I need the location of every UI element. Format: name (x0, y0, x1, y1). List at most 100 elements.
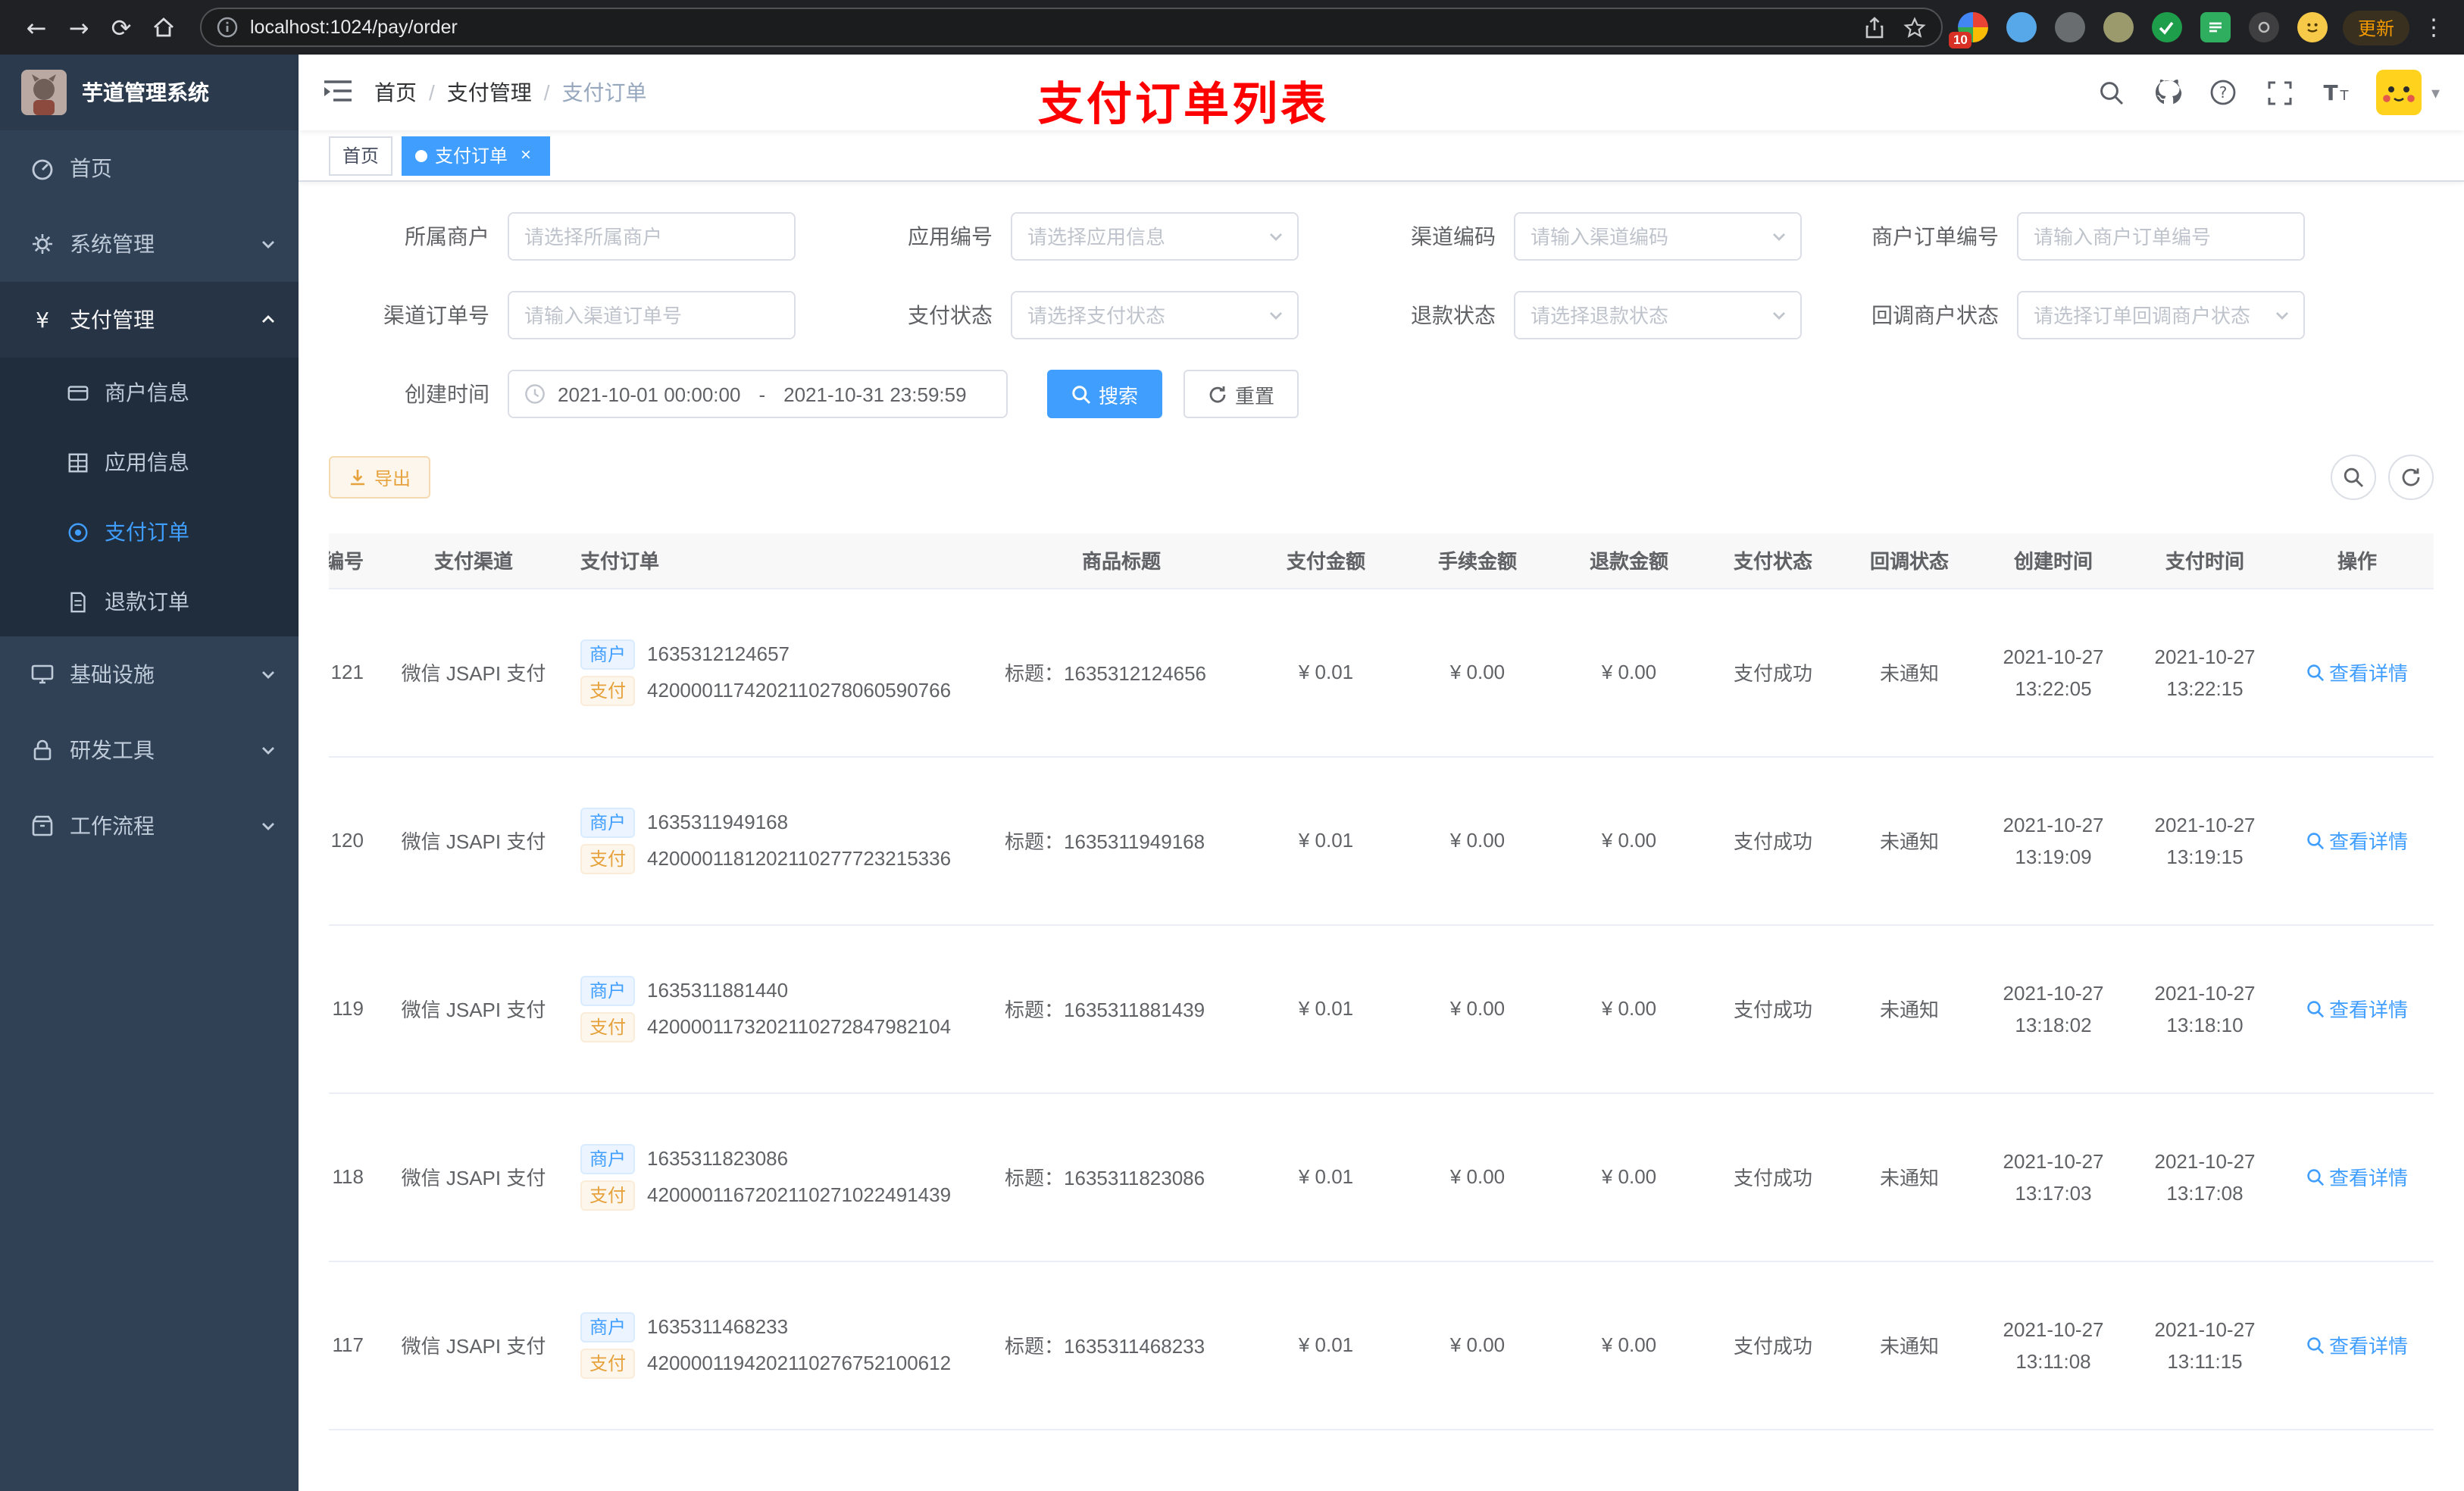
notify-status-select[interactable] (2017, 291, 2305, 339)
sidebar-item-refund-order[interactable]: 退款订单 (0, 567, 299, 636)
sidebar-item-infra[interactable]: 基础设施 (0, 636, 299, 712)
font-size-icon[interactable]: TT (2321, 77, 2351, 108)
table-row: 117 微信 JSAPI 支付 商户 1635311468233 支付 420000… (329, 1261, 2434, 1430)
range-start: 2021-10-01 00:00:00 (558, 383, 741, 405)
extension-dark-icon[interactable] (2248, 12, 2279, 42)
site-info-icon[interactable] (217, 17, 238, 38)
sidebar-item-app-info[interactable]: 应用信息 (0, 427, 299, 497)
navbar-actions: ? TT ▾ (2097, 70, 2440, 115)
sidebar-item-pay[interactable]: ¥ 支付管理 (0, 282, 299, 358)
app-select[interactable] (1011, 212, 1299, 261)
channel-order-no-field[interactable] (508, 291, 796, 339)
collapse-sidebar-icon[interactable] (323, 79, 353, 106)
pay-status-field[interactable] (1011, 291, 1299, 339)
browser-chrome: ← → ⟳ localhost:1024/pay/order 10 更新 ⋮ (0, 0, 2464, 55)
merchant-input[interactable] (508, 212, 796, 261)
view-detail-link[interactable]: 查看详情 (2306, 1330, 2408, 1359)
close-icon[interactable]: × (515, 144, 536, 166)
refund-status-select[interactable] (1514, 291, 1802, 339)
refund-status-field[interactable] (1514, 291, 1802, 339)
extension-green-check-icon[interactable] (2151, 12, 2182, 42)
back-icon[interactable]: ← (15, 6, 58, 48)
target-icon (68, 522, 88, 542)
col-pay-time: 支付时间 (2129, 533, 2281, 589)
chevron-down-icon (262, 671, 274, 679)
export-button[interactable]: 导出 (329, 456, 431, 499)
cell-channel: 微信 JSAPI 支付 (379, 1261, 568, 1430)
notify-status-field[interactable] (2017, 291, 2305, 339)
fullscreen-icon[interactable] (2265, 77, 2295, 108)
search-icon (1072, 385, 1091, 404)
view-detail-link[interactable]: 查看详情 (2306, 826, 2408, 855)
breadcrumb-pay[interactable]: 支付管理 (447, 77, 532, 108)
extension-gray-icon[interactable] (2054, 12, 2085, 42)
extension-olive-icon[interactable] (2103, 12, 2134, 42)
sidebar-item-merchant-info[interactable]: 商户信息 (0, 358, 299, 427)
col-notify-status: 回调状态 (1841, 533, 1978, 589)
sidebar-item-workflow[interactable]: 工作流程 (0, 788, 299, 864)
download-icon (351, 470, 364, 486)
monitor-icon (31, 664, 54, 684)
search-icon[interactable] (2097, 77, 2127, 108)
create-time-range-picker[interactable]: 2021-10-01 00:00:00 - 2021-10-31 23:59:5… (508, 370, 1008, 418)
browser-menu-icon[interactable]: ⋮ (2419, 14, 2449, 41)
cell-actions: 查看详情 (2281, 1261, 2434, 1430)
pay-tag: 支付 (580, 675, 636, 705)
merchant-tag: 商户 (580, 639, 636, 669)
tab-pay-order[interactable]: 支付订单 × (402, 136, 551, 175)
share-icon[interactable] (1864, 16, 1885, 39)
refresh-table-button[interactable] (2388, 455, 2434, 500)
view-detail-link[interactable]: 查看详情 (2306, 658, 2408, 686)
channel-code-select[interactable] (1514, 212, 1802, 261)
merchant-input-field[interactable] (508, 212, 796, 261)
pay-status-select[interactable] (1011, 291, 1299, 339)
extensions-row: 10 (1948, 12, 2328, 48)
top-navbar: 首页 / 支付管理 / 支付订单 支付订单列表 ? T T ▾ (299, 55, 2464, 130)
sidebar-item-dev-tools[interactable]: 研发工具 (0, 712, 299, 788)
tab-home[interactable]: 首页 (329, 136, 393, 175)
view-detail-link[interactable]: 查看详情 (2306, 1162, 2408, 1191)
address-bar[interactable]: localhost:1024/pay/order (200, 8, 1943, 47)
user-menu[interactable]: ▾ (2376, 70, 2440, 115)
cell-create-time: 2021-10-27 13:19:09 (1978, 756, 2129, 925)
forward-icon[interactable]: → (58, 6, 100, 48)
search-button[interactable]: 搜索 (1047, 370, 1163, 418)
table-row: 121 微信 JSAPI 支付 商户 1635312124657 支付 420000… (329, 588, 2434, 757)
home-icon[interactable] (142, 6, 185, 48)
merchant-order-no-field[interactable] (2017, 212, 2305, 261)
filter-label-app: 应用编号 (908, 224, 993, 248)
browser-update-button[interactable]: 更新 (2342, 10, 2409, 45)
channel-code-field[interactable] (1514, 212, 1802, 261)
github-icon[interactable] (2153, 77, 2183, 108)
extension-blue-drop-icon[interactable] (2006, 12, 2037, 42)
extension-chat-icon[interactable] (2200, 12, 2231, 42)
cell-fee: ¥ 0.00 (1402, 756, 1553, 925)
bookmark-star-icon[interactable] (1903, 16, 1926, 39)
sidebar-item-pay-order[interactable]: 支付订单 (0, 497, 299, 567)
help-icon[interactable]: ? (2209, 77, 2239, 108)
avatar (2376, 70, 2422, 115)
reset-button[interactable]: 重置 (1184, 370, 1299, 418)
cell-pay-time: 2021-10-27 13:19:15 (2129, 756, 2281, 925)
extension-smiley-icon[interactable] (2297, 12, 2328, 42)
refresh-icon (2402, 468, 2420, 486)
chevron-up-icon (262, 315, 274, 323)
merchant-order-no-input[interactable] (2017, 212, 2305, 261)
cell-amount: ¥ 0.01 (1250, 1261, 1402, 1430)
toggle-search-button[interactable] (2331, 455, 2376, 500)
table-row: 118 微信 JSAPI 支付 商户 1635311823086 支付 420000… (329, 1092, 2434, 1261)
sidebar-item-system[interactable]: 系统管理 (0, 206, 299, 282)
search-icon (2307, 1336, 2325, 1354)
pay-tag: 支付 (580, 1011, 636, 1042)
breadcrumb-home[interactable]: 首页 (374, 77, 417, 108)
channel-order-no-input[interactable] (508, 291, 796, 339)
caret-down-icon: ▾ (2431, 84, 2440, 102)
sidebar-item-home[interactable]: 首页 (0, 130, 299, 206)
extension-colorful-icon[interactable]: 10 (1948, 12, 1988, 48)
app-select-field[interactable] (1011, 212, 1299, 261)
orders-table: 编号 支付渠道 支付订单 商品标题 支付金额 手续金额 退款金额 支付状态 回调… (329, 533, 2434, 1461)
cell-pay-time: 2021-10-27 13:22:15 (2129, 588, 2281, 757)
view-detail-link[interactable]: 查看详情 (2306, 994, 2408, 1023)
filter-label-pay-status: 支付状态 (908, 303, 993, 327)
reload-icon[interactable]: ⟳ (100, 6, 142, 48)
